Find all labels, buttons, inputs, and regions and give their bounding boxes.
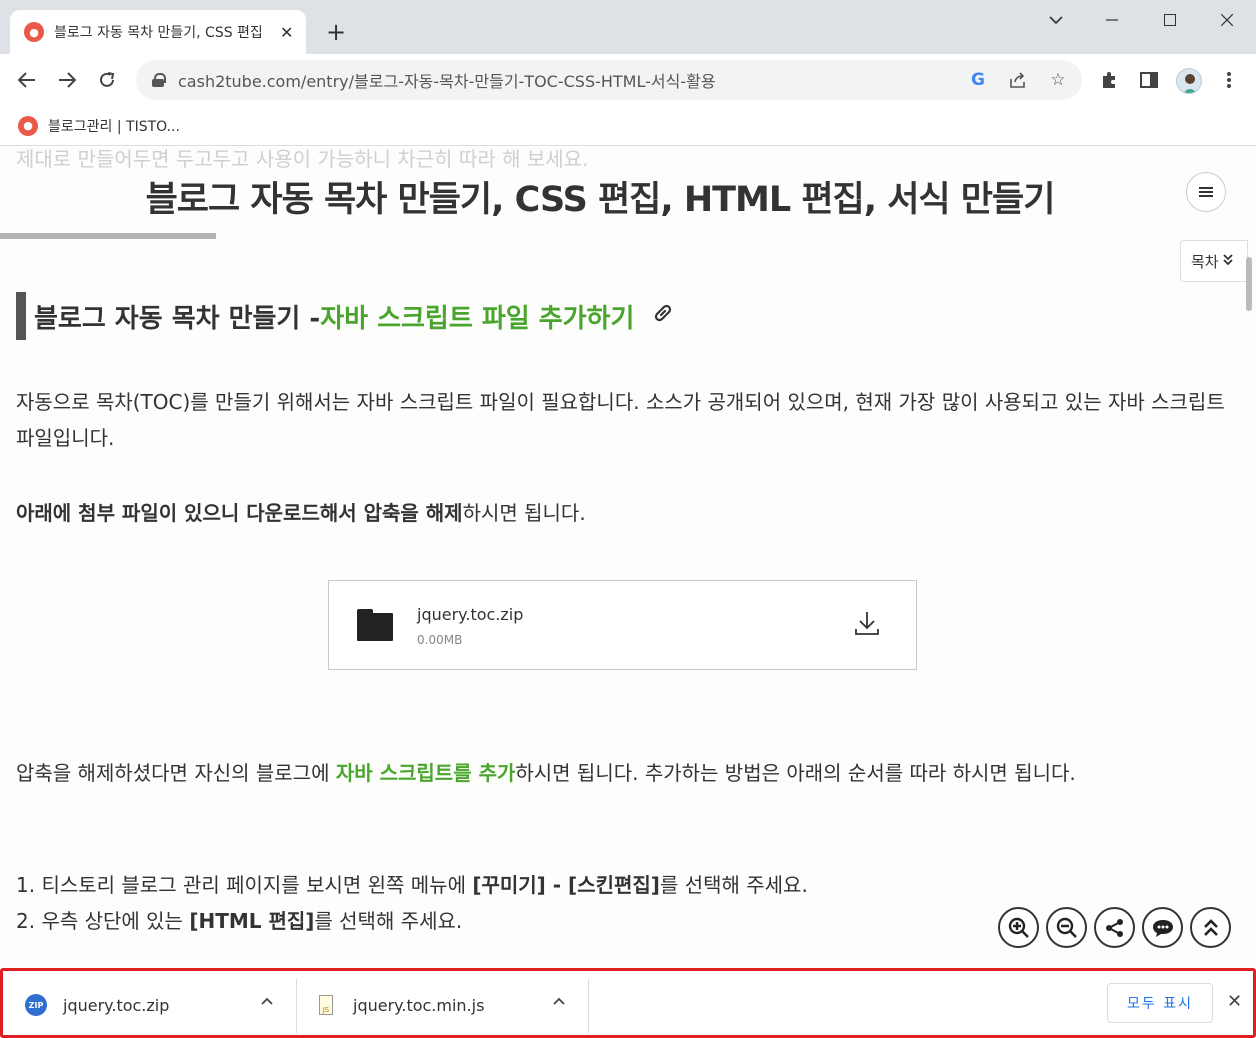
download-divider [296,979,297,1033]
scrollbar-thumb[interactable] [1246,257,1252,311]
new-tab-button[interactable]: + [326,18,346,46]
hamburger-icon [1199,187,1213,197]
zoom-in-icon [1008,917,1029,938]
step-2: 2. 우측 상단에 있는 [HTML 편집]를 선택해 주세요. [16,903,462,939]
google-translate-icon[interactable]: G [968,70,988,90]
attachment-card[interactable]: jquery.toc.zip 0.00MB [328,580,917,670]
post-title: 블로그 자동 목차 만들기, CSS 편집, HTML 편집, 서식 만들기 [145,180,1056,220]
tab-close-icon[interactable]: ✕ [280,23,293,42]
zip-file-icon: ZIP [25,994,47,1016]
step-2-menu: [HTML 편집] [189,909,315,933]
step-2-text: 2. 우측 상단에 있는 [16,909,190,933]
double-chevron-up-icon [1203,918,1218,936]
paragraph-attachment-note: 아래에 첨부 파일이 있으니 다운로드해서 압축을 해제하시면 됩니다. [16,495,586,531]
attachment-note-bold: 아래에 첨부 파일이 있으니 다운로드해서 압축을 해제 [16,501,463,525]
paragraph-intro: 자동으로 목차(TOC)를 만들기 위해서는 자바 스크립트 파일이 필요합니다… [16,390,1225,450]
step-1-end: 를 선택해 주세요. [659,873,808,897]
attachment-note-rest: 하시면 됩니다. [462,501,586,525]
section-heading: 블로그 자동 목차 만들기 - 자바 스크립트 파일 추가하기 [16,292,674,340]
tistory-bookmark-icon[interactable]: ● [18,115,38,136]
step-1-text: 1. 티스토리 블로그 관리 페이지를 보시면 왼쪽 메뉴에 [16,873,473,897]
attachment-size: 0.00MB [417,633,463,647]
add-script-after: 하시면 됩니다. 추가하는 방법은 아래의 순서를 따라 하시면 됩니다. [515,761,1076,785]
comment-icon [1152,919,1173,937]
sticky-header: 블로그 자동 목차 만들기, CSS 편집, HTML 편집, 서식 만들기 [0,157,1256,239]
bookmark-star-icon[interactable]: ☆ [1048,70,1068,90]
toc-button[interactable]: 목차 [1180,240,1248,282]
step-1-menu: [꾸미기] - [스킨편집] [472,873,660,897]
show-all-button[interactable]: 모두 표시 [1107,983,1213,1023]
attachment-name[interactable]: jquery.toc.zip [417,605,523,624]
chevron-up-icon[interactable] [553,993,565,1009]
heading-prefix: 블로그 자동 목차 만들기 - [34,303,321,334]
zoom-out-button[interactable] [1046,907,1087,948]
step-1: 1. 티스토리 블로그 관리 페이지를 보시면 왼쪽 메뉴에 [꾸미기] - [… [16,867,808,903]
download-shelf: ZIP jquery.toc.zip JS jquery.toc.min.js … [0,968,1256,1038]
profile-avatar[interactable] [1176,68,1202,94]
lock-icon[interactable] [152,73,166,87]
address-bar[interactable]: cash2tube.com/entry/블로그-자동-목차-만들기-TOC-CS… [136,60,1082,100]
close-download-bar-icon[interactable]: ✕ [1227,991,1242,1012]
forward-arrow-icon[interactable] [54,67,80,93]
heading-highlight: 자바 스크립트 파일 추가하기 [320,303,635,334]
download-item-name: jquery.toc.min.js [353,995,485,1015]
back-arrow-icon[interactable] [14,67,40,93]
step-2-end: 를 선택해 주세요. [314,909,463,933]
comment-button[interactable] [1142,907,1183,948]
reading-progress-bar [0,233,216,239]
hamburger-menu-button[interactable] [1186,172,1226,212]
url-text: cash2tube.com/entry/블로그-자동-목차-만들기-TOC-CS… [178,72,716,91]
download-divider [588,979,589,1033]
share-icon[interactable] [1008,70,1028,90]
tab-strip: ● 블로그 자동 목차 만들기, CSS 편집 ✕ + [0,0,1256,54]
download-icon[interactable] [853,609,881,637]
download-item-zip[interactable]: ZIP jquery.toc.zip [25,977,169,1033]
tab-search-icon[interactable] [1044,8,1068,32]
download-item-js[interactable]: JS jquery.toc.min.js [319,977,484,1033]
more-menu-icon[interactable] [1216,67,1242,93]
tab-title: 블로그 자동 목차 만들기, CSS 편집 [54,25,263,41]
share-nodes-icon [1105,918,1123,937]
extensions-puzzle-icon[interactable] [1096,67,1122,93]
maximize-icon[interactable] [1158,8,1182,32]
download-item-name: jquery.toc.zip [63,995,170,1015]
minimize-icon[interactable] [1100,8,1124,32]
tistory-favicon-icon: ● [24,22,44,42]
toc-label: 목차 [1191,252,1219,271]
add-script-highlight: 자바 스크립트를 추가 [335,761,516,785]
bookmarks-bar: ● 블로그관리 | TISTO... [0,106,1256,146]
close-window-icon[interactable] [1215,8,1239,32]
scroll-top-button[interactable] [1190,907,1231,948]
bookmark-tistory-admin[interactable]: 블로그관리 | TISTO... [48,116,180,136]
folder-icon [357,609,393,641]
browser-toolbar: cash2tube.com/entry/블로그-자동-목차-만들기-TOC-CS… [0,54,1256,106]
js-file-icon: JS [319,995,333,1015]
double-chevron-down-icon [1222,253,1233,269]
tab-active[interactable]: ● 블로그 자동 목차 만들기, CSS 편집 ✕ [10,10,306,54]
anchor-link-icon[interactable] [652,302,674,330]
share-button[interactable] [1094,907,1135,948]
page-content: 제대로 만들어두면 두고두고 사용이 가능하니 차근히 따라 해 보세요. 블로… [0,147,1256,968]
side-panel-icon[interactable] [1136,67,1162,93]
chevron-up-icon[interactable] [261,993,273,1009]
add-script-before: 압축을 해제하셨다면 자신의 블로그에 [16,761,336,785]
paragraph-add-script: 압축을 해제하셨다면 자신의 블로그에 자바 스크립트를 추가하시면 됩니다. … [16,755,1076,791]
reload-icon[interactable] [94,67,120,93]
zoom-out-icon [1056,917,1077,938]
zoom-in-button[interactable] [998,907,1039,948]
